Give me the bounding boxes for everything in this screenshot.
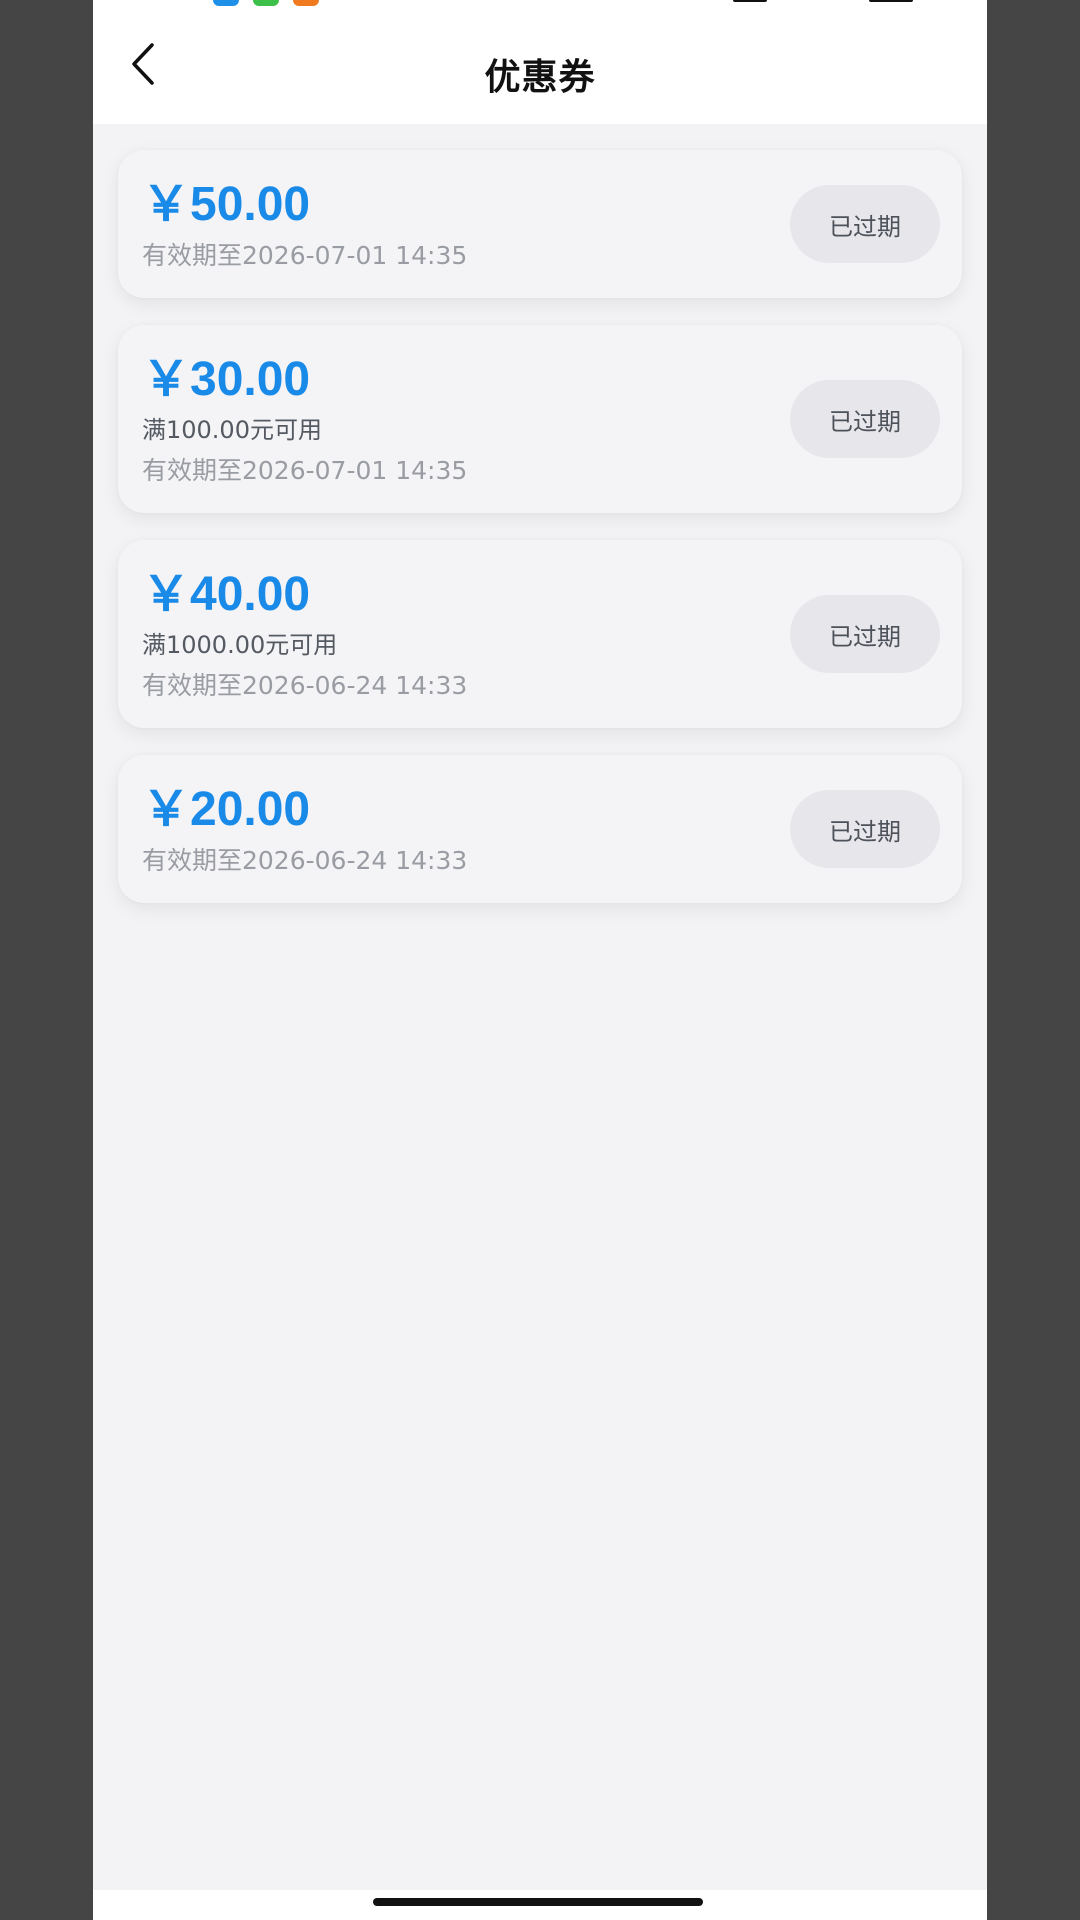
- navigation-bar: 优惠券: [93, 8, 987, 124]
- expired-badge: 已过期: [790, 185, 940, 263]
- status-app-icon: [293, 0, 319, 6]
- status-app-icon: [253, 0, 279, 6]
- coupon-expiry: 有效期至2026-06-24 14:33: [142, 671, 468, 700]
- phone-screen: 优惠券 ￥50.00 有效期至2026-07-01 14:35 已过期 ￥30.…: [93, 0, 987, 1920]
- expired-badge: 已过期: [790, 380, 940, 458]
- coupon-expiry: 有效期至2026-07-01 14:35: [142, 456, 468, 485]
- signal-icon: [733, 0, 767, 2]
- home-indicator[interactable]: [373, 1898, 703, 1906]
- coupon-card[interactable]: ￥40.00 满1000.00元可用 有效期至2026-06-24 14:33 …: [118, 540, 962, 728]
- expired-badge: 已过期: [790, 790, 940, 868]
- coupon-card[interactable]: ￥50.00 有效期至2026-07-01 14:35 已过期: [118, 150, 962, 298]
- bottom-safe-area: [93, 1890, 987, 1920]
- coupon-list: ￥50.00 有效期至2026-07-01 14:35 已过期 ￥30.00 满…: [118, 150, 962, 930]
- coupon-card[interactable]: ￥20.00 有效期至2026-06-24 14:33 已过期: [118, 755, 962, 903]
- status-bar: [93, 0, 987, 8]
- coupon-card[interactable]: ￥30.00 满100.00元可用 有效期至2026-07-01 14:35 已…: [118, 325, 962, 513]
- status-app-icon: [213, 0, 239, 6]
- battery-icon: [869, 0, 913, 2]
- expired-badge: 已过期: [790, 595, 940, 673]
- page-title: 优惠券: [484, 57, 596, 98]
